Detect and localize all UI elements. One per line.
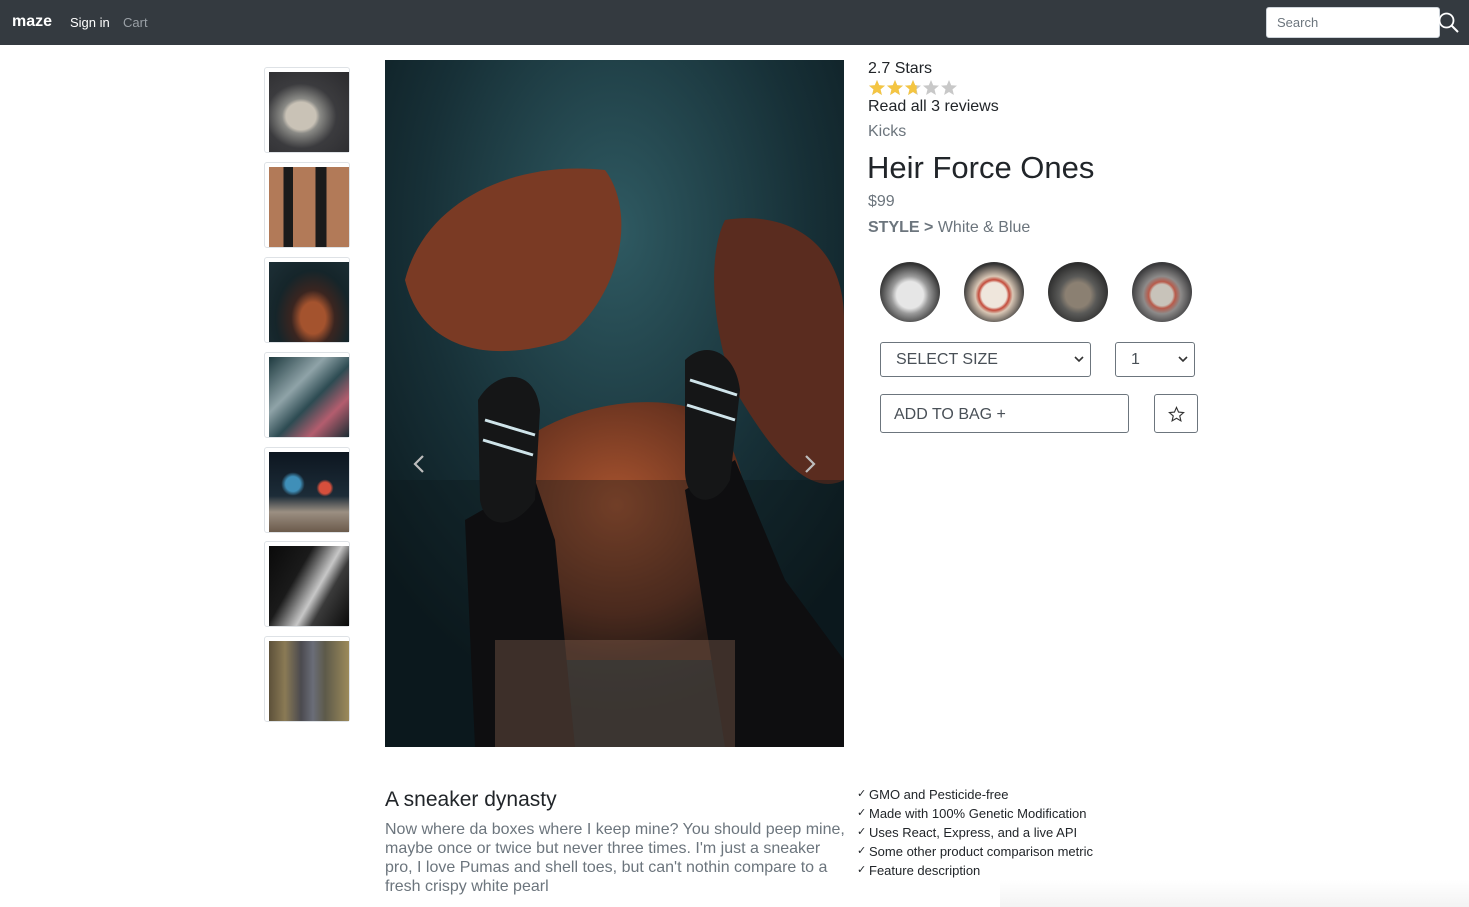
brand-logo[interactable]: maze <box>12 13 52 31</box>
rating-star <box>869 80 885 95</box>
rating-star <box>887 80 903 95</box>
chevron-down-icon <box>1178 356 1188 363</box>
style-label: STYLE <box>868 219 920 236</box>
navbar: maze Sign in Cart <box>0 0 1469 45</box>
feature-text: Made with 100% Genetic Modification <box>869 806 1087 821</box>
style-swatch-1[interactable] <box>880 262 940 322</box>
style-value: White & Blue <box>937 219 1031 236</box>
add-to-bag-button[interactable]: ADD TO BAG + <box>880 394 1129 433</box>
thumbnail-image <box>269 72 349 152</box>
chevron-down-icon <box>1074 356 1084 363</box>
chevron-right-icon[interactable] <box>799 452 819 476</box>
check-icon: ✓ <box>857 845 867 857</box>
style-swatch-3[interactable] <box>1048 262 1108 322</box>
thumbnail-6[interactable] <box>264 541 350 627</box>
star-outline-icon <box>1168 406 1185 423</box>
style-line: STYLE > White & Blue <box>868 219 1030 237</box>
size-select[interactable]: SELECT SIZE <box>880 342 1091 377</box>
search-input[interactable] <box>1266 7 1440 38</box>
style-arrow: > <box>924 219 934 236</box>
check-icon: ✓ <box>857 826 867 838</box>
feature-text: Some other product comparison metric <box>869 844 1093 859</box>
product-category: Kicks <box>868 123 907 140</box>
feature-text: Uses React, Express, and a live API <box>869 825 1078 840</box>
product-main-image <box>385 60 844 747</box>
feature-text: Feature description <box>869 863 981 878</box>
check-icon: ✓ <box>857 864 867 876</box>
description-title: A sneaker dynasty <box>385 788 557 811</box>
product-name: Heir Force Ones <box>867 150 1095 185</box>
thumbnail-image <box>269 262 349 342</box>
star-rating <box>869 80 957 95</box>
thumbnail-1[interactable] <box>264 67 350 153</box>
quantity-select[interactable]: 1 <box>1115 342 1195 377</box>
feature-text: GMO and Pesticide-free <box>869 787 1009 802</box>
product-photo <box>385 60 844 747</box>
chevron-left-icon[interactable] <box>410 452 430 476</box>
thumbnail-image <box>269 546 349 626</box>
size-select-value: SELECT SIZE <box>896 351 998 368</box>
rating-star <box>941 80 957 95</box>
check-icon: ✓ <box>857 788 867 800</box>
thumbnail-image <box>269 641 349 721</box>
thumbnail-3[interactable] <box>264 257 350 343</box>
thumbnail-5[interactable] <box>264 447 350 533</box>
thumbnail-image <box>269 357 349 437</box>
read-reviews-link[interactable]: Read all 3 reviews <box>868 98 999 116</box>
rating-star <box>923 80 939 95</box>
feature-item: ✓ Made with 100% Genetic Modification <box>857 806 1093 825</box>
thumbnail-image <box>269 452 349 532</box>
product-price: $99 <box>868 193 895 210</box>
favorite-button[interactable] <box>1154 394 1198 433</box>
thumbnail-2[interactable] <box>264 162 350 248</box>
sign-in-link[interactable]: Sign in <box>70 15 110 30</box>
feature-item: ✓ Some other product comparison metric <box>857 844 1093 863</box>
thumbnail-7[interactable] <box>264 636 350 722</box>
rating-star <box>905 80 921 95</box>
description-body: Now where da boxes where I keep mine? Yo… <box>385 821 845 895</box>
bottom-shadow <box>1000 880 1469 907</box>
feature-item: ✓ Uses React, Express, and a live API <box>857 825 1093 844</box>
quantity-select-value: 1 <box>1131 351 1140 368</box>
style-swatch-2[interactable] <box>964 262 1024 322</box>
rating-text: 2.7 Stars <box>868 60 933 77</box>
search-icon[interactable] <box>1438 12 1460 34</box>
add-to-bag-label: ADD TO BAG + <box>894 406 1006 423</box>
cart-link[interactable]: Cart <box>123 15 148 30</box>
feature-item: ✓ GMO and Pesticide-free <box>857 787 1093 806</box>
feature-list: ✓ GMO and Pesticide-free ✓ Made with 100% … <box>857 787 1093 882</box>
thumbnail-image <box>269 167 349 247</box>
thumbnail-4[interactable] <box>264 352 350 438</box>
style-swatch-4[interactable] <box>1132 262 1192 322</box>
check-icon: ✓ <box>857 807 867 819</box>
